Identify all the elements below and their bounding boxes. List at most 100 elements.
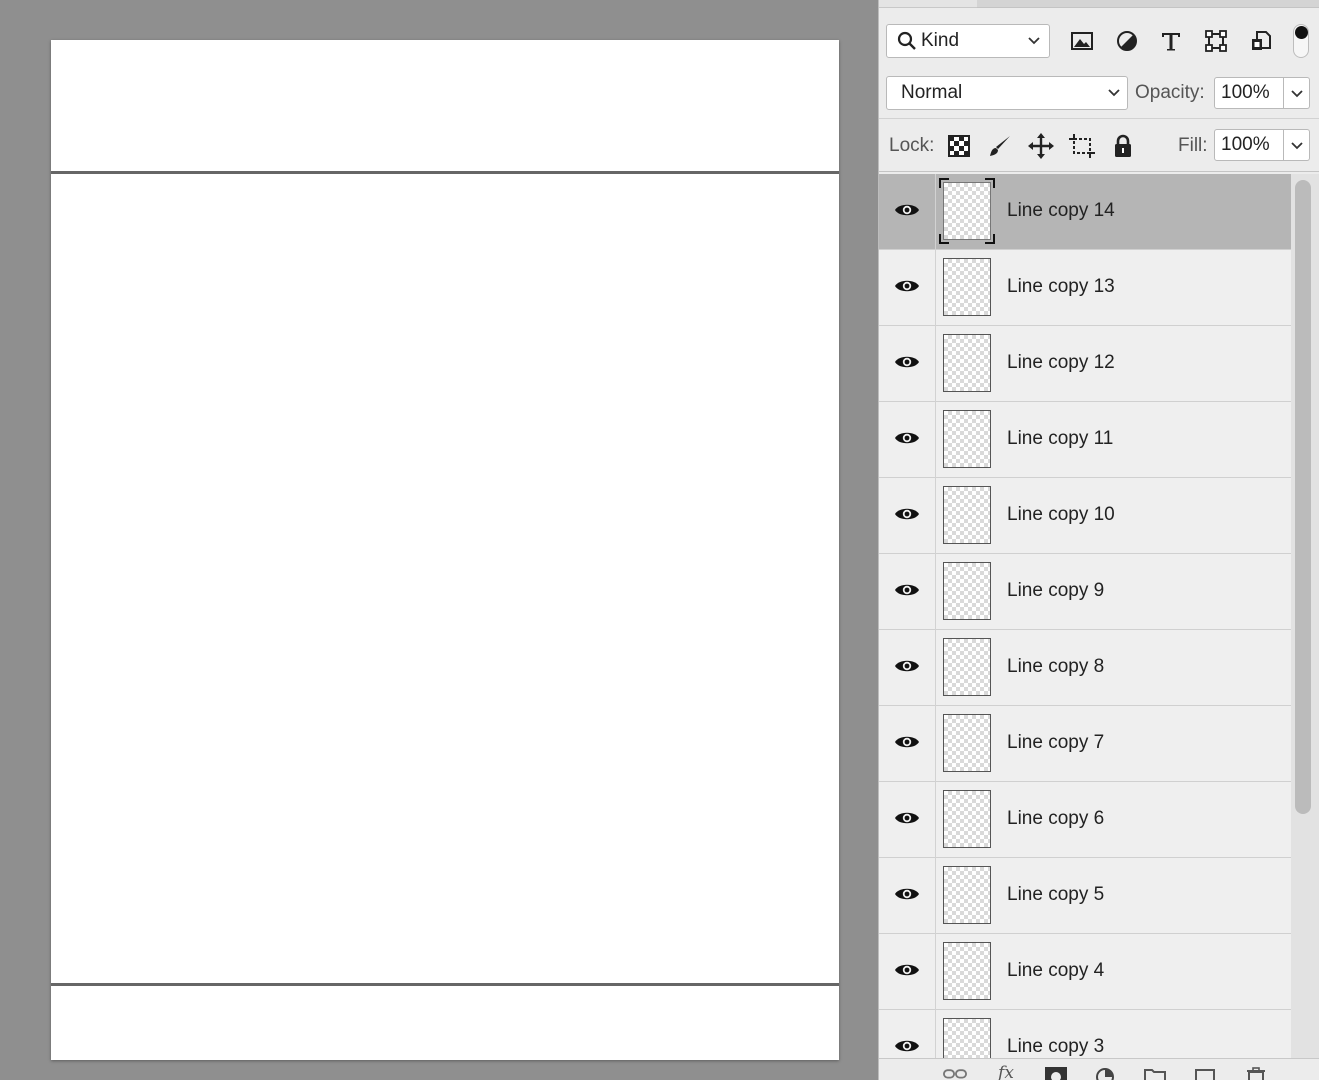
filter-row: Kind — [886, 24, 1319, 58]
visibility-toggle[interactable] — [879, 1010, 936, 1058]
layer-name[interactable]: Line copy 9 — [1007, 580, 1104, 602]
chevron-down-icon — [1108, 89, 1120, 97]
lock-image-pixels-icon[interactable] — [987, 133, 1013, 159]
fill-label[interactable]: Fill: — [1178, 135, 1208, 157]
layer-row[interactable]: Line copy 14 — [879, 174, 1291, 250]
blend-mode-value: Normal — [901, 82, 963, 103]
layer-name[interactable]: Line copy 13 — [1007, 276, 1115, 298]
layer-row[interactable]: Line copy 11 — [879, 402, 1291, 478]
pixel-layer-filter-icon[interactable] — [1069, 28, 1095, 54]
layer-thumbnail[interactable] — [943, 334, 991, 392]
eye-icon — [894, 658, 920, 679]
layer-row[interactable]: Line copy 5 — [879, 858, 1291, 934]
visibility-toggle[interactable] — [879, 174, 936, 250]
smart-object-filter-icon[interactable] — [1248, 28, 1274, 54]
panel-tab[interactable] — [879, 0, 977, 8]
visibility-toggle[interactable] — [879, 554, 936, 630]
visibility-toggle[interactable] — [879, 250, 936, 326]
eye-icon — [894, 430, 920, 451]
layer-row[interactable]: Line copy 6 — [879, 782, 1291, 858]
link-layers-icon[interactable] — [943, 1067, 967, 1080]
layer-thumbnail[interactable] — [943, 486, 991, 544]
eye-icon — [894, 810, 920, 831]
layer-name[interactable]: Line copy 10 — [1007, 504, 1115, 526]
new-group-icon[interactable] — [1143, 1067, 1167, 1080]
visibility-toggle[interactable] — [879, 402, 936, 478]
layer-thumbnail[interactable] — [943, 1018, 991, 1058]
visibility-toggle[interactable] — [879, 934, 936, 1010]
scrollbar-thumb[interactable] — [1295, 180, 1311, 814]
layers-scrollbar[interactable] — [1291, 174, 1319, 1058]
eye-icon — [894, 202, 920, 223]
kind-filter-select[interactable]: Kind — [886, 24, 1050, 58]
layer-name[interactable]: Line copy 11 — [1007, 428, 1113, 450]
opacity-dropdown-button[interactable] — [1284, 77, 1310, 109]
layer-row[interactable]: Line copy 3 — [879, 1010, 1291, 1058]
adjustment-layer-filter-icon[interactable] — [1114, 28, 1140, 54]
layer-name[interactable]: Line copy 14 — [1007, 200, 1115, 222]
opacity-label[interactable]: Opacity: — [1135, 82, 1205, 104]
visibility-toggle[interactable] — [879, 858, 936, 934]
blend-mode-select[interactable]: Normal — [886, 76, 1128, 110]
layer-thumbnail[interactable] — [943, 638, 991, 696]
layer-thumbnail[interactable] — [943, 790, 991, 848]
layer-name[interactable]: Line copy 7 — [1007, 732, 1104, 754]
toggle-knob — [1295, 26, 1308, 39]
layer-thumbnail[interactable] — [943, 258, 991, 316]
layer-name[interactable]: Line copy 3 — [1007, 1036, 1104, 1058]
layer-row[interactable]: Line copy 7 — [879, 706, 1291, 782]
search-icon — [897, 31, 916, 50]
layer-row[interactable]: Line copy 8 — [879, 630, 1291, 706]
fill-dropdown-button[interactable] — [1284, 129, 1310, 161]
chevron-down-icon — [1290, 90, 1303, 98]
layer-name[interactable]: Line copy 4 — [1007, 960, 1104, 982]
fx-icon[interactable]: fx — [994, 1063, 1018, 1080]
layer-thumbnail[interactable] — [943, 714, 991, 772]
canvas-area[interactable] — [0, 0, 878, 1080]
shape-layer-filter-icon[interactable] — [1203, 28, 1229, 54]
selection-corner — [985, 234, 995, 244]
fill-input[interactable]: 100% — [1214, 129, 1284, 161]
lock-transparent-pixels-icon[interactable] — [946, 133, 972, 159]
line-bottom — [51, 983, 839, 986]
lock-all-icon[interactable] — [1110, 133, 1136, 159]
type-layer-filter-icon[interactable] — [1158, 28, 1184, 54]
opacity-input[interactable]: 100% — [1214, 77, 1284, 109]
layer-row[interactable]: Line copy 4 — [879, 934, 1291, 1010]
chevron-down-icon — [1290, 142, 1303, 150]
selection-corner — [985, 178, 995, 188]
layer-row[interactable]: Line copy 10 — [879, 478, 1291, 554]
eye-icon — [894, 886, 920, 907]
document-canvas[interactable] — [51, 40, 839, 1060]
layer-thumbnail[interactable] — [943, 942, 991, 1000]
lock-position-icon[interactable] — [1028, 133, 1054, 159]
layer-row[interactable]: Line copy 9 — [879, 554, 1291, 630]
layer-thumbnail[interactable] — [943, 182, 991, 240]
layer-row[interactable]: Line copy 12 — [879, 326, 1291, 402]
add-mask-icon[interactable] — [1044, 1067, 1068, 1080]
layers-list[interactable]: Line copy 14 Line copy 13 Line copy 12 Line… — [879, 174, 1291, 1058]
lock-label: Lock: — [889, 135, 935, 156]
layer-thumbnail[interactable] — [943, 562, 991, 620]
layer-name[interactable]: Line copy 6 — [1007, 808, 1104, 830]
visibility-toggle[interactable] — [879, 478, 936, 554]
layer-thumbnail[interactable] — [943, 866, 991, 924]
visibility-toggle[interactable] — [879, 782, 936, 858]
visibility-toggle[interactable] — [879, 706, 936, 782]
visibility-toggle[interactable] — [879, 326, 936, 402]
layers-footer: fx — [879, 1058, 1319, 1080]
line-top — [51, 171, 839, 174]
visibility-toggle[interactable] — [879, 630, 936, 706]
layer-thumbnail[interactable] — [943, 410, 991, 468]
layer-row[interactable]: Line copy 13 — [879, 250, 1291, 326]
layer-name[interactable]: Line copy 8 — [1007, 656, 1104, 678]
delete-layer-icon[interactable] — [1244, 1067, 1268, 1080]
filter-toggle-switch[interactable] — [1293, 24, 1309, 58]
new-layer-icon[interactable] — [1193, 1067, 1217, 1080]
lock-artboard-icon[interactable] — [1069, 133, 1095, 159]
eye-icon — [894, 506, 920, 527]
layers-panel: Kind Normal Opacity: 100% Lock: Fill: 10… — [878, 0, 1319, 1080]
layer-name[interactable]: Line copy 12 — [1007, 352, 1115, 374]
layer-name[interactable]: Line copy 5 — [1007, 884, 1104, 906]
new-adjustment-icon[interactable] — [1093, 1067, 1117, 1080]
